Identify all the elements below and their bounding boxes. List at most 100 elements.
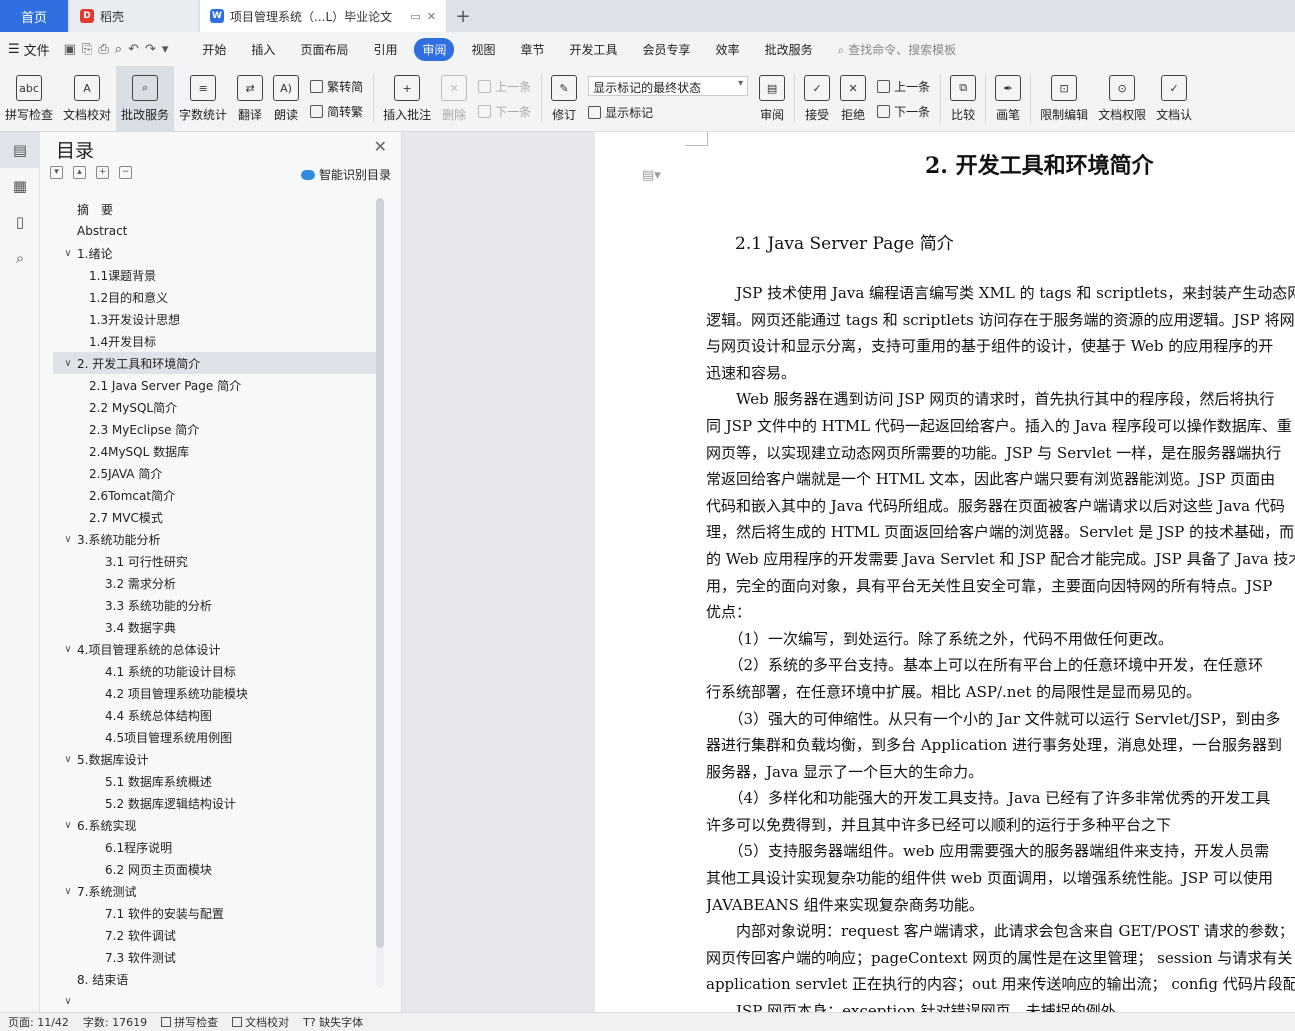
find-icon[interactable]: ⌕	[0, 240, 40, 276]
toc-item[interactable]: 8. 结束语	[53, 968, 376, 990]
menu-insert[interactable]: 插入	[243, 38, 283, 61]
menu-developer[interactable]: 开发工具	[562, 38, 626, 61]
toc-item[interactable]: 2.4MySQL 数据库	[53, 440, 376, 462]
chevron-down-icon[interactable]: ∨	[59, 644, 77, 655]
more-icon[interactable]: ▾	[162, 42, 169, 57]
menu-section[interactable]: 章节	[513, 38, 553, 61]
prev-comment-button[interactable]: 上一条	[478, 78, 531, 95]
document-cert-button[interactable]: ✓ 文档认	[1151, 66, 1197, 131]
menu-start[interactable]: 开始	[194, 38, 234, 61]
tab-docer[interactable]: D 稻壳	[70, 0, 198, 32]
reject-button[interactable]: ✕ 拒绝	[835, 66, 871, 131]
restrict-editing-button[interactable]: ⊡ 限制编辑	[1035, 66, 1093, 131]
file-menu[interactable]: ☰ 文件	[8, 40, 50, 59]
insert-comment-button[interactable]: + 插入批注	[378, 66, 436, 131]
grading-service-button[interactable]: ⌕ 批改服务	[116, 66, 174, 131]
document-permission-button[interactable]: ⊙ 文档权限	[1093, 66, 1151, 131]
menu-view[interactable]: 视图	[463, 38, 503, 61]
close-tab-icon[interactable]: ✕	[427, 10, 436, 23]
track-changes-button[interactable]: ✎ 修订	[546, 66, 582, 131]
page-indicator[interactable]: 页面: 11/42	[8, 1014, 69, 1030]
chevron-down-icon[interactable]: ∨	[59, 820, 77, 831]
spell-check-button[interactable]: abc 拼写检查	[0, 66, 58, 131]
chevron-down-icon[interactable]: ∨	[59, 534, 77, 545]
toc-item[interactable]: 4.5项目管理系统用例图	[53, 726, 376, 748]
chevron-down-icon[interactable]: ∨	[59, 886, 77, 897]
collapse-all-icon[interactable]: ▾	[50, 166, 63, 179]
accept-button[interactable]: ✓ 接受	[799, 66, 835, 131]
toc-item[interactable]: 7.2 软件调试	[53, 924, 376, 946]
menu-efficiency[interactable]: 效率	[708, 38, 748, 61]
menu-layout[interactable]: 页面布局	[292, 38, 356, 61]
markup-mode-select[interactable]: 显示标记的最终状态	[588, 76, 748, 96]
translate-button[interactable]: ⇄ 翻译	[232, 66, 268, 131]
undo-icon[interactable]: ↶	[128, 42, 139, 57]
toc-item[interactable]: ∨7.系统测试	[53, 880, 376, 902]
show-markup-button[interactable]: 显示标记	[588, 104, 748, 121]
chevron-down-icon[interactable]: ∨	[59, 358, 77, 369]
status-proofread[interactable]: 文档校对	[232, 1014, 289, 1030]
compare-button[interactable]: ⧉ 比较	[945, 66, 981, 131]
toc-item[interactable]: 4.2 项目管理系统功能模块	[53, 682, 376, 704]
chevron-down-icon[interactable]: ∨	[59, 996, 77, 1007]
pen-button[interactable]: ✒ 画笔	[990, 66, 1026, 131]
toc-item[interactable]: 1.3开发设计思想	[53, 308, 376, 330]
toc-item[interactable]: Abstract	[53, 220, 376, 242]
status-missing-font[interactable]: T? 缺失字体	[303, 1014, 363, 1030]
word-count-indicator[interactable]: 字数: 17619	[83, 1014, 147, 1030]
page-options-icon[interactable]: ▤▾	[642, 168, 661, 183]
toc-item[interactable]: 2.2 MySQL简介	[53, 396, 376, 418]
word-count-button[interactable]: ≡ 字数统计	[174, 66, 232, 131]
toc-item[interactable]: 2.5JAVA 简介	[53, 462, 376, 484]
status-spell-check[interactable]: 拼写检查	[161, 1014, 218, 1030]
toc-item[interactable]: 6.1程序说明	[53, 836, 376, 858]
toc-item[interactable]: 3.3 系统功能的分析	[53, 594, 376, 616]
remove-heading-icon[interactable]: −	[119, 166, 132, 179]
toc-item[interactable]: 2.7 MVC模式	[53, 506, 376, 528]
bookmark-icon[interactable]: ▯	[0, 204, 40, 240]
prev-change-button[interactable]: 上一条	[877, 78, 930, 95]
smart-toc-button[interactable]: 智能识别目录	[301, 166, 391, 183]
print-icon[interactable]: ⎙	[98, 42, 108, 57]
add-heading-icon[interactable]: +	[96, 166, 109, 179]
toc-item[interactable]: 5.2 数据库逻辑结构设计	[53, 792, 376, 814]
menu-member[interactable]: 会员专享	[635, 38, 699, 61]
read-aloud-button[interactable]: A) 朗读	[268, 66, 304, 131]
toc-item[interactable]: 4.1 系统的功能设计目标	[53, 660, 376, 682]
tab-document[interactable]: W 项目管理系统（...L）毕业论文 ▭ ✕	[200, 0, 446, 32]
preview-icon[interactable]: ⌕	[115, 42, 122, 57]
toc-item[interactable]: ∨6.系统实现	[53, 814, 376, 836]
proofread-button[interactable]: A 文档校对	[58, 66, 116, 131]
toc-item[interactable]: 7.1 软件的安装与配置	[53, 902, 376, 924]
toc-item[interactable]: 2.3 MyEclipse 简介	[53, 418, 376, 440]
toc-item[interactable]: 摘 要	[53, 198, 376, 220]
next-change-button[interactable]: 下一条	[877, 103, 930, 120]
menu-grading[interactable]: 批改服务	[757, 38, 821, 61]
toc-panel-icon[interactable]: ▤	[0, 132, 40, 168]
redo-icon[interactable]: ↷	[145, 42, 156, 57]
toc-item[interactable]: ∨3.系统功能分析	[53, 528, 376, 550]
toc-scrollbar[interactable]	[376, 198, 384, 988]
toc-item[interactable]: 3.4 数据字典	[53, 616, 376, 638]
window-icon[interactable]: ▭	[410, 10, 420, 23]
trad-to-simp-button[interactable]: 繁转简	[310, 78, 363, 95]
export-pdf-icon[interactable]: ⎘	[82, 42, 92, 57]
toc-item[interactable]: 1.2目的和意义	[53, 286, 376, 308]
toc-item[interactable]: ∨1.绪论	[53, 242, 376, 264]
toc-item[interactable]: 2.6Tomcat简介	[53, 484, 376, 506]
toc-item[interactable]: 4.4 系统总体结构图	[53, 704, 376, 726]
chevron-down-icon[interactable]: ∨	[59, 754, 77, 765]
toc-item[interactable]: 3.2 需求分析	[53, 572, 376, 594]
simp-to-trad-button[interactable]: 简转繁	[310, 103, 363, 120]
next-comment-button[interactable]: 下一条	[478, 103, 531, 120]
menu-references[interactable]: 引用	[365, 38, 405, 61]
menu-review[interactable]: 审阅	[414, 38, 454, 61]
toc-item[interactable]: 2.1 Java Server Page 简介	[53, 374, 376, 396]
toc-item[interactable]: 1.4开发目标	[53, 330, 376, 352]
toc-item[interactable]: 3.1 可行性研究	[53, 550, 376, 572]
tab-home[interactable]: 首页	[0, 0, 68, 32]
save-icon[interactable]: ▣	[64, 42, 76, 57]
toc-item[interactable]: ∨5.数据库设计	[53, 748, 376, 770]
toc-item[interactable]: ∨2. 开发工具和环境简介	[53, 352, 376, 374]
document-page[interactable]: ▤▾ 2. 开发工具和环境简介 2.1 Java Server Page 简介 …	[595, 132, 1295, 1012]
